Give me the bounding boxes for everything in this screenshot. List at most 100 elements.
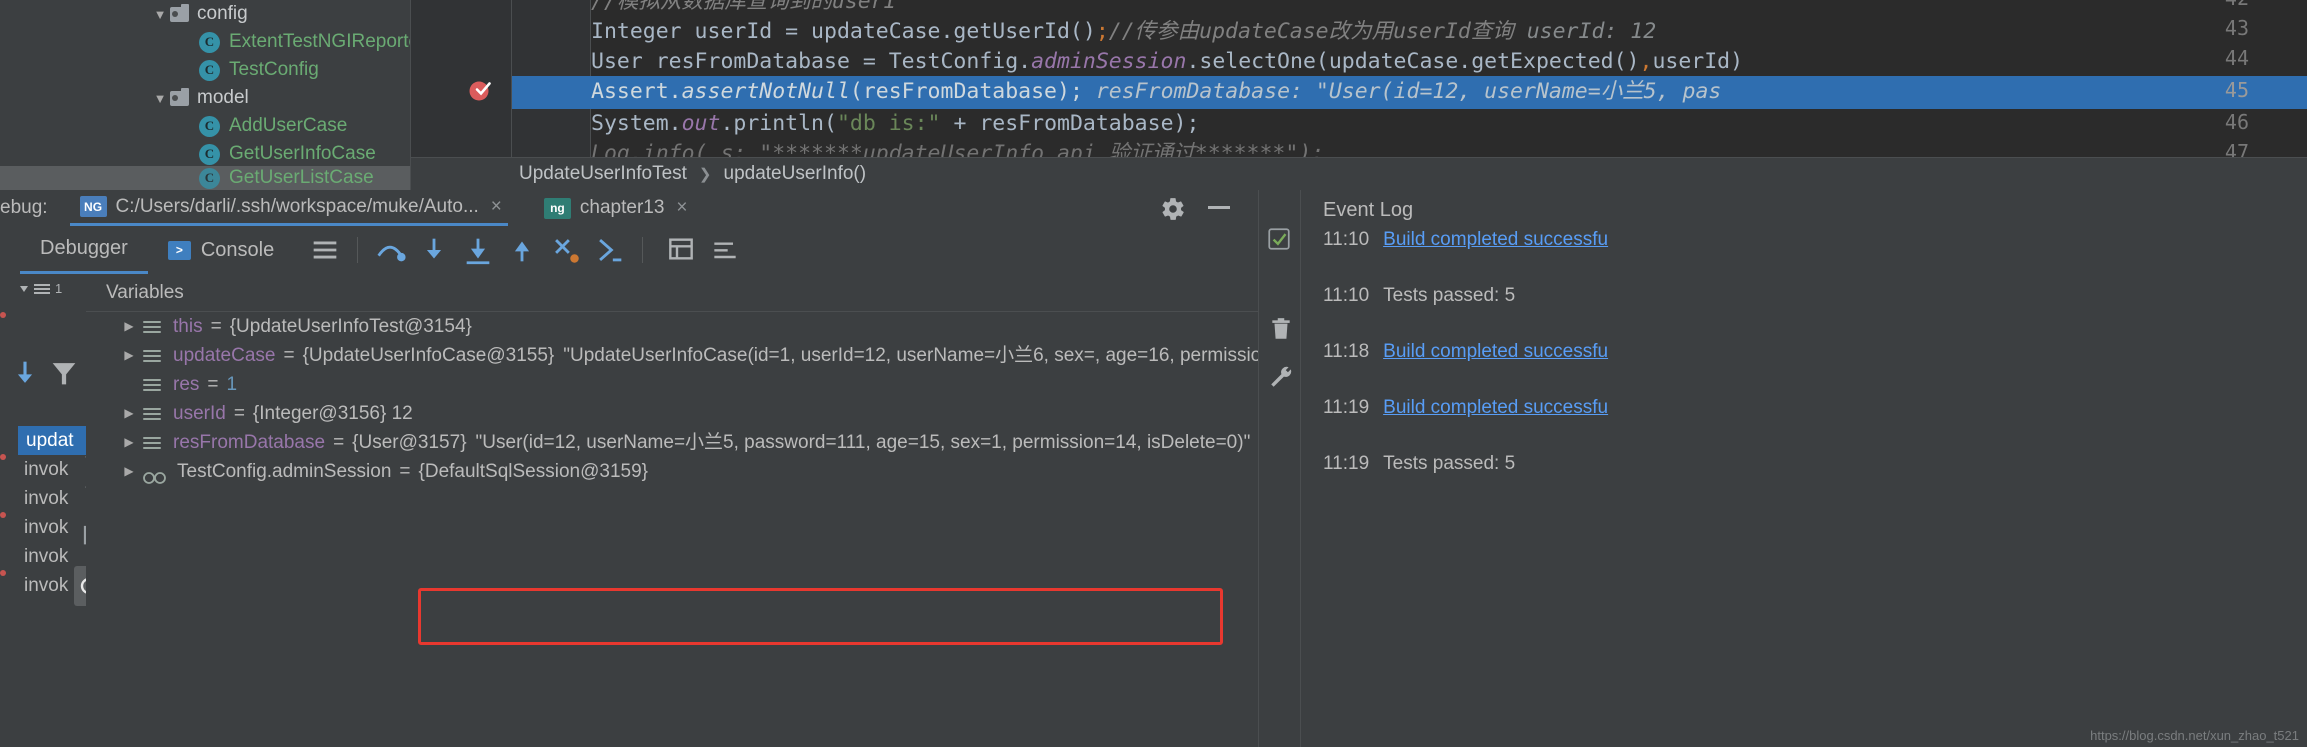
- field-icon: [142, 406, 162, 422]
- event-link[interactable]: Build completed successfu: [1383, 341, 1608, 362]
- step-over-icon[interactable]: [373, 233, 407, 267]
- tab-label: Console: [200, 238, 275, 261]
- console-icon: >: [167, 240, 191, 260]
- field-icon: [142, 348, 162, 364]
- chevron-right-icon[interactable]: ▶: [116, 399, 142, 428]
- tab-console[interactable]: > Console: [148, 226, 294, 274]
- code-token: userId = updateCase.getUserId(): [681, 19, 1096, 44]
- frame-row[interactable]: invok: [24, 484, 68, 513]
- folder-icon: [170, 3, 189, 22]
- tab-debugger[interactable]: Debugger: [20, 226, 148, 274]
- frame-marker-icon: [0, 570, 6, 576]
- event-link[interactable]: Build completed successfu: [1383, 397, 1608, 418]
- event-log-entry[interactable]: 11:19 Tests passed: 5: [1323, 450, 1515, 478]
- tree-item-config[interactable]: ▼ config: [0, 0, 411, 28]
- variables-tree[interactable]: ▶ this = {UpdateUserInfoTest@3154} ▶ upd…: [86, 312, 1378, 747]
- static-field-icon: [142, 465, 168, 484]
- filter-icon[interactable]: [47, 356, 83, 392]
- line-number: 45: [2224, 78, 2249, 102]
- frame-label: invok: [24, 517, 69, 538]
- step-out-icon[interactable]: [505, 233, 539, 267]
- tree-item-label: model: [197, 87, 249, 108]
- variable-row-this[interactable]: ▶ this = {UpdateUserInfoTest@3154}: [116, 312, 471, 341]
- view-breakpoints-icon[interactable]: [665, 233, 699, 267]
- tree-item-testconfig[interactable]: C TestConfig: [0, 56, 411, 84]
- frame-row[interactable]: invok: [24, 542, 68, 571]
- close-icon[interactable]: ×: [491, 196, 502, 218]
- frame-row[interactable]: invok: [24, 571, 68, 600]
- variable-string: "UpdateUserInfoCase(id=1, userId=12, use…: [563, 345, 1379, 366]
- tree-item-model[interactable]: ▼ model: [0, 84, 411, 112]
- variable-row-resfromdatabase[interactable]: ▶ resFromDatabase = {User@3157} "User(id…: [116, 428, 1250, 457]
- debug-tab-chapter13[interactable]: ng chapter13 ×: [534, 190, 694, 226]
- chevron-right-icon[interactable]: ▶: [116, 312, 142, 341]
- variable-equals: =: [283, 345, 295, 366]
- code-line-43[interactable]: Integer userId = updateCase.getUserId();…: [591, 16, 1656, 48]
- variable-string: "User(id=12, userName=小兰5, password=111,…: [475, 432, 1251, 453]
- variable-row-updatecase[interactable]: ▶ updateCase = {UpdateUserInfoCase@3155}…: [116, 341, 1378, 370]
- variable-equals: =: [233, 403, 245, 424]
- svg-text:1: 1: [55, 281, 62, 296]
- step-down-icon[interactable]: [8, 356, 44, 392]
- layout-icon[interactable]: [308, 233, 342, 267]
- code-method-token: assertNotNull: [681, 79, 850, 104]
- force-step-into-icon[interactable]: [461, 233, 495, 267]
- frame-row[interactable]: invok: [24, 455, 68, 484]
- debug-window-label: ebug:: [0, 197, 48, 218]
- chevron-right-icon[interactable]: ▶: [116, 341, 142, 370]
- evaluate-expression-icon[interactable]: [593, 233, 627, 267]
- line-number: 46: [2224, 110, 2249, 134]
- frame-label: invok: [24, 546, 69, 567]
- code-line-44[interactable]: User resFromDatabase = TestConfig.adminS…: [591, 46, 1743, 78]
- event-log-entry[interactable]: 11:10 Build completed successfu: [1323, 226, 1608, 254]
- chevron-down-icon[interactable]: ▼: [150, 91, 170, 106]
- class-icon: C: [199, 115, 220, 137]
- tree-item-label: GetUserInfoCase: [229, 143, 376, 164]
- chevron-right-icon[interactable]: ▶: [116, 428, 142, 457]
- event-log-panel: Event Log 11:10 Build completed successfu…: [1300, 190, 2307, 747]
- variable-name: updateCase: [173, 345, 276, 366]
- wrench-icon[interactable]: [1268, 364, 1294, 395]
- tree-item-label: TestConfig: [229, 59, 319, 80]
- minimize-icon[interactable]: [1208, 206, 1230, 209]
- event-log-entry[interactable]: 11:19 Build completed successfu: [1323, 394, 1608, 422]
- chevron-down-icon[interactable]: ▼: [150, 7, 170, 22]
- code-token: ;: [1095, 19, 1109, 44]
- frame-row[interactable]: invok: [24, 513, 68, 542]
- variable-row-adminsession[interactable]: ▶ TestConfig.adminSession = {DefaultSqlS…: [116, 457, 648, 486]
- variable-row-userid[interactable]: ▶ userId = {Integer@3156} 12: [116, 399, 412, 428]
- tree-item-getuserinfocase[interactable]: C GetUserInfoCase: [0, 140, 411, 168]
- gear-icon[interactable]: [1160, 196, 1186, 222]
- frame-label: updat: [26, 430, 74, 451]
- checkmark-icon[interactable]: [1266, 226, 1292, 252]
- step-into-icon[interactable]: [417, 233, 451, 267]
- debug-tool-window: ebug: NG C:/Users/darli/.ssh/workspace/m…: [0, 190, 2307, 747]
- chevron-right-icon[interactable]: ▶: [116, 457, 142, 486]
- debug-tab-autotest[interactable]: NG C:/Users/darli/.ssh/workspace/muke/Au…: [69, 190, 508, 226]
- code-line-46[interactable]: System.out.println("db is:" + resFromDat…: [591, 108, 1199, 140]
- mute-breakpoints-icon[interactable]: [709, 233, 743, 267]
- variable-row-res[interactable]: res = 1: [116, 370, 237, 399]
- tree-item-addusercase[interactable]: C AddUserCase: [0, 112, 411, 140]
- frame-label: invok: [24, 459, 69, 480]
- run-to-cursor-icon[interactable]: [549, 233, 583, 267]
- frame-selector-icon[interactable]: 1: [6, 274, 76, 310]
- variable-value: {DefaultSqlSession@3159}: [418, 461, 649, 482]
- breakpoint-verified-icon[interactable]: [468, 78, 491, 101]
- event-log-entry[interactable]: 11:18 Build completed successfu: [1323, 338, 1608, 366]
- field-icon: [142, 377, 162, 393]
- tree-item-extenttestngireporter[interactable]: C ExtentTestNGIReporterL: [0, 28, 436, 56]
- event-log-entry[interactable]: 11:10 Tests passed: 5: [1323, 282, 1515, 310]
- debug-subtab-row: Debugger > Console: [0, 226, 1258, 274]
- event-link[interactable]: Build completed successfu: [1383, 229, 1608, 250]
- variable-equals: =: [399, 461, 411, 482]
- breadcrumb-method[interactable]: updateUserInfo(): [724, 163, 867, 185]
- close-icon[interactable]: ×: [676, 197, 687, 219]
- code-line-45[interactable]: Assert.assertNotNull(resFromDatabase); r…: [591, 76, 1721, 108]
- trash-icon[interactable]: [1268, 316, 1294, 347]
- field-icon: [142, 435, 162, 451]
- debug-tab-label: C:/Users/darli/.ssh/workspace/muke/Auto.…: [115, 195, 479, 217]
- breadcrumb-class[interactable]: UpdateUserInfoTest: [519, 163, 687, 185]
- tree-item-getuserlistcase[interactable]: C GetUserListCase: [0, 166, 411, 190]
- event-text: Tests passed: 5: [1383, 285, 1516, 306]
